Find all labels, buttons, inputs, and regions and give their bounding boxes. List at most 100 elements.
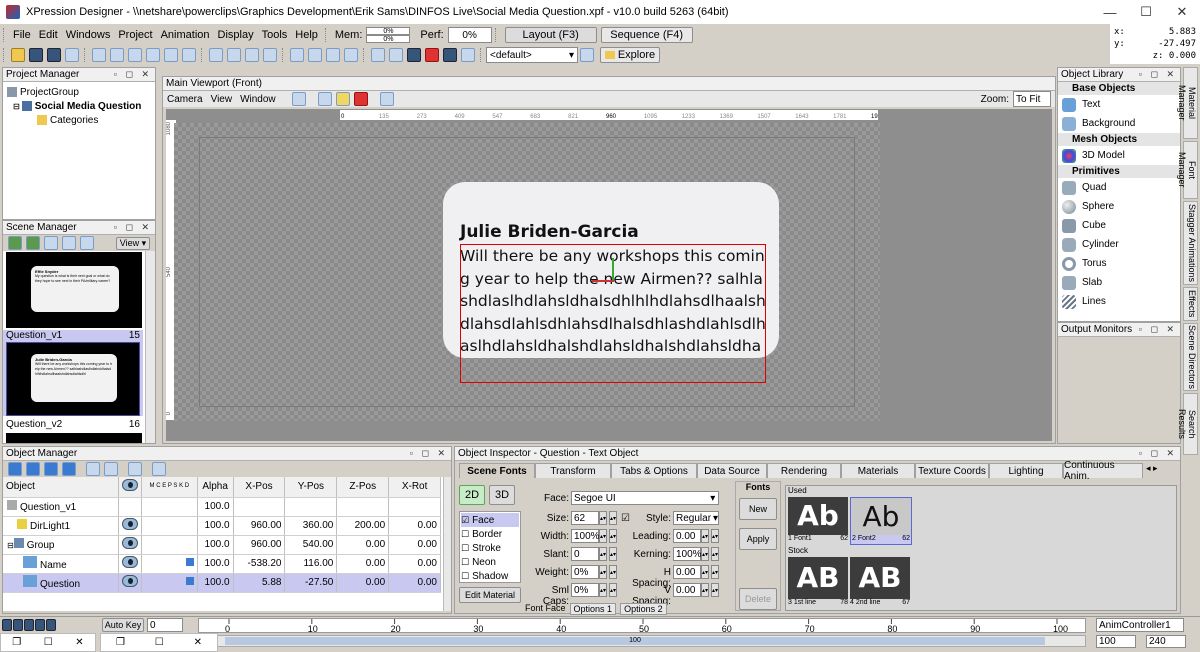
timeline-scrollbar[interactable]: 100 bbox=[198, 635, 1086, 647]
visible-cell[interactable] bbox=[118, 573, 143, 593]
xpos-cell[interactable]: 960.00 bbox=[233, 535, 286, 555]
alpha-cell[interactable]: 100.0 bbox=[197, 535, 234, 555]
stop-icon[interactable] bbox=[443, 48, 457, 62]
viewport-layout-icon[interactable] bbox=[291, 92, 306, 106]
xrot-cell[interactable] bbox=[388, 497, 441, 517]
vspacing-input[interactable]: 0.00 bbox=[673, 583, 701, 597]
leading-input[interactable]: 0.00 bbox=[673, 529, 701, 543]
menu-animation[interactable]: Animation bbox=[157, 29, 214, 41]
tab-transform[interactable]: Transform bbox=[535, 463, 611, 478]
menu-edit[interactable]: Edit bbox=[35, 29, 62, 41]
slant-input[interactable]: 0 bbox=[571, 547, 599, 561]
close-icon[interactable]: ✕ bbox=[75, 637, 83, 648]
tab-data-source[interactable]: Data Source bbox=[697, 463, 767, 478]
library-item-slab[interactable]: Slab bbox=[1058, 273, 1180, 292]
slant-spinner-2[interactable]: ▴▾ bbox=[609, 547, 617, 561]
render-icon[interactable] bbox=[290, 48, 304, 62]
object-scrollbar[interactable] bbox=[443, 477, 451, 611]
tab-tabs-options[interactable]: Tabs & Options bbox=[611, 463, 697, 478]
menu-tools[interactable]: Tools bbox=[258, 29, 292, 41]
scale-tool-icon[interactable] bbox=[164, 48, 178, 62]
maximize-icon[interactable]: ☐ bbox=[155, 637, 164, 648]
safe-area-icon[interactable] bbox=[344, 48, 358, 62]
minimized-window-2[interactable]: ❐ ☐ ✕ bbox=[100, 633, 218, 652]
library-item-background[interactable]: Background bbox=[1058, 114, 1180, 133]
font-tile-2-selected[interactable]: Ab 2 Font2 62 bbox=[850, 497, 912, 545]
range-start-input[interactable]: 100 bbox=[1096, 635, 1136, 648]
leading-spinner-2[interactable]: ▴▾ bbox=[711, 529, 719, 543]
apply-font-button[interactable]: Apply bbox=[739, 528, 777, 550]
preview-icon[interactable] bbox=[308, 48, 322, 62]
maximize-button[interactable]: ☐ bbox=[1128, 4, 1164, 20]
restore-icon[interactable]: ❐ bbox=[116, 637, 125, 648]
new-font-button[interactable]: New bbox=[739, 498, 777, 520]
collapse-icon[interactable]: ⊟ bbox=[7, 541, 14, 550]
safe-title-icon[interactable] bbox=[353, 92, 368, 106]
play-icon[interactable] bbox=[24, 619, 34, 631]
alpha-cell[interactable]: 100.0 bbox=[197, 516, 234, 536]
transform-gizmo-y[interactable] bbox=[612, 258, 614, 280]
save-icon[interactable] bbox=[29, 48, 43, 62]
layer-border[interactable]: ☐ Border bbox=[461, 527, 519, 541]
hspacing-spinner-2[interactable]: ▴▾ bbox=[711, 565, 719, 579]
monitor-icon[interactable] bbox=[389, 48, 403, 62]
face-select[interactable]: Segoe UI ▾ bbox=[571, 491, 719, 505]
library-item-cube[interactable]: Cube bbox=[1058, 216, 1180, 235]
section-base-objects[interactable]: Base Objects bbox=[1058, 82, 1180, 95]
col-xrot[interactable]: X-Rot bbox=[388, 477, 441, 498]
smlcaps-input[interactable]: 0% bbox=[571, 583, 599, 597]
layer-stroke[interactable]: ☐ Stroke bbox=[461, 541, 519, 555]
section-primitives[interactable]: Primitives bbox=[1058, 165, 1180, 178]
clip-icon[interactable] bbox=[461, 48, 475, 62]
go-start-icon[interactable] bbox=[2, 619, 12, 631]
alpha-cell[interactable]: 100.0 bbox=[197, 554, 234, 574]
record-icon[interactable] bbox=[425, 48, 439, 62]
timeline-scroll-thumb[interactable]: 100 bbox=[225, 637, 1045, 645]
grid-icon[interactable] bbox=[317, 92, 332, 106]
zpos-cell[interactable]: 0.00 bbox=[336, 573, 390, 593]
menu-display[interactable]: Display bbox=[214, 29, 258, 41]
visible-cell[interactable] bbox=[118, 535, 143, 555]
eye-icon[interactable] bbox=[122, 537, 139, 549]
table-row[interactable]: Question_v1 100.0 bbox=[3, 497, 441, 517]
col-flags[interactable]: M C E P S K D bbox=[141, 477, 198, 498]
ypos-cell[interactable] bbox=[284, 497, 338, 517]
side-tab-effects[interactable]: Effects bbox=[1183, 287, 1198, 321]
checkbox[interactable]: ☐ bbox=[461, 543, 469, 554]
output-icon[interactable] bbox=[371, 48, 385, 62]
distribute-icon[interactable] bbox=[227, 48, 241, 62]
menu-help[interactable]: Help bbox=[291, 29, 322, 41]
width-input[interactable]: 100% bbox=[571, 529, 600, 543]
go-end-icon[interactable] bbox=[46, 619, 56, 631]
pan-tool-icon[interactable] bbox=[110, 48, 124, 62]
edit-material-button[interactable]: Edit Material bbox=[459, 587, 521, 603]
menu-file[interactable]: File bbox=[9, 29, 35, 41]
camera-icon[interactable] bbox=[407, 48, 421, 62]
layer-neon[interactable]: ☐ Neon bbox=[461, 555, 519, 569]
checkbox[interactable]: ☐ bbox=[461, 557, 469, 568]
zoom-input[interactable]: To Fit bbox=[1013, 91, 1051, 107]
search-icon[interactable] bbox=[152, 462, 166, 476]
vspacing-spinner-2[interactable]: ▴▾ bbox=[711, 583, 719, 597]
library-item-quad[interactable]: Quad bbox=[1058, 178, 1180, 197]
sequence-button[interactable]: Sequence (F4) bbox=[600, 27, 693, 43]
select-tool-icon[interactable] bbox=[92, 48, 106, 62]
layer-face[interactable]: ☑ Face bbox=[461, 513, 519, 527]
eye-icon[interactable] bbox=[122, 575, 139, 587]
ypos-cell[interactable]: 360.00 bbox=[284, 516, 338, 536]
visible-cell[interactable] bbox=[118, 554, 143, 574]
ypos-cell[interactable]: 540.00 bbox=[284, 535, 338, 555]
range-end-input[interactable]: 240 bbox=[1146, 635, 1186, 648]
layout-button[interactable]: Layout (F3) bbox=[504, 27, 597, 43]
kerning-input[interactable]: 100% bbox=[673, 547, 702, 561]
eye-icon[interactable] bbox=[122, 556, 139, 568]
xrot-cell[interactable]: 0.00 bbox=[388, 573, 441, 593]
timeline-ruler[interactable]: 0 10 20 30 40 50 60 70 80 90 100 bbox=[198, 618, 1086, 634]
rotate-tool-icon[interactable] bbox=[146, 48, 160, 62]
vspacing-spinner[interactable]: ▴▾ bbox=[701, 583, 709, 597]
ypos-cell[interactable]: 116.00 bbox=[284, 554, 338, 574]
expand-all-icon[interactable] bbox=[86, 462, 100, 476]
align-icon[interactable] bbox=[209, 48, 223, 62]
anim-controller-select[interactable]: AnimController1 bbox=[1096, 618, 1184, 632]
size-spinner-2[interactable]: ▴▾ bbox=[609, 511, 617, 525]
